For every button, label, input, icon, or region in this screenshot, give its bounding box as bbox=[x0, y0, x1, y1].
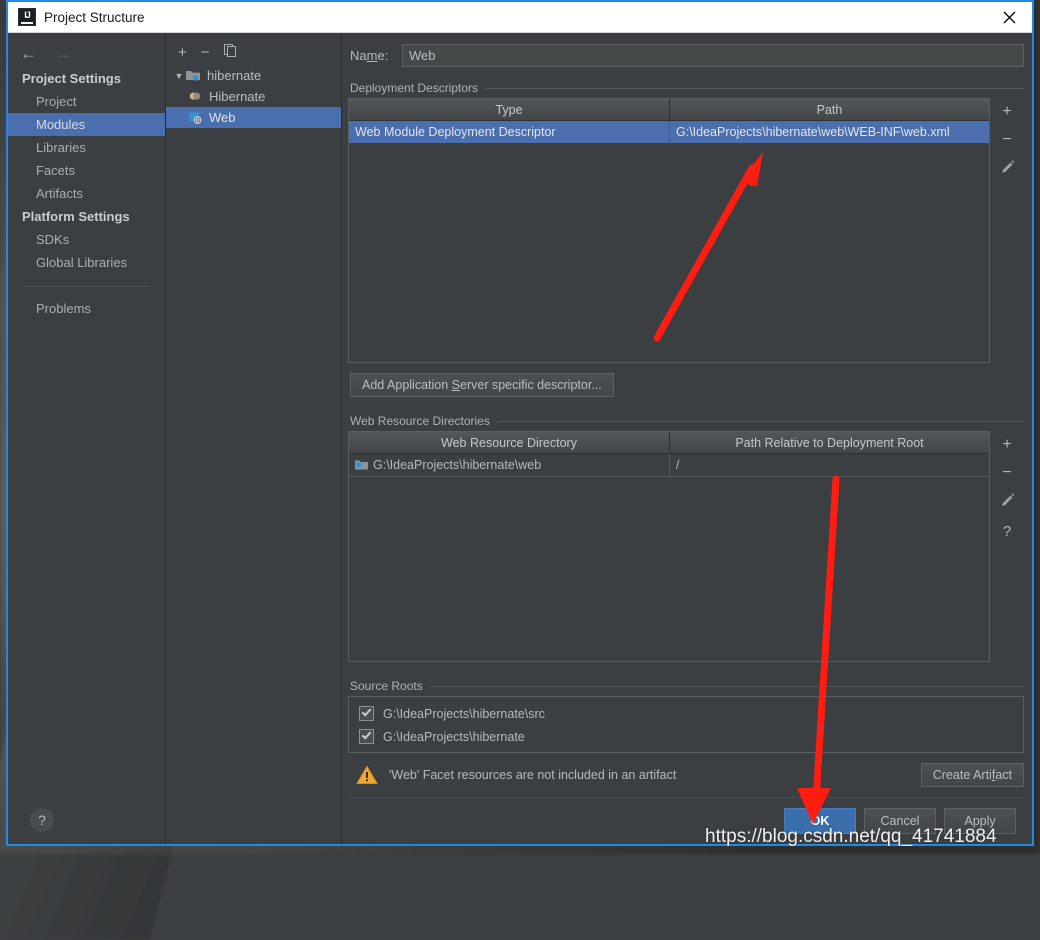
facet-warning-bar: 'Web' Facet resources are not included i… bbox=[348, 753, 1024, 798]
sidebar-divider bbox=[22, 286, 151, 287]
list-item[interactable]: G:\IdeaProjects\hibernate\src bbox=[349, 702, 1023, 725]
column-header-relative-path[interactable]: Path Relative to Deployment Root bbox=[669, 432, 989, 453]
tree-node-hibernate-facet[interactable]: Hibernate bbox=[166, 86, 341, 107]
module-tree-toolbar: + − bbox=[166, 33, 341, 65]
warning-triangle-icon bbox=[356, 765, 378, 785]
section-rule bbox=[496, 420, 1024, 422]
forward-arrow-icon[interactable]: → bbox=[55, 45, 72, 62]
add-application-server-descriptor-button[interactable]: Add Application Server specific descript… bbox=[350, 373, 614, 397]
close-icon[interactable] bbox=[986, 2, 1032, 32]
source-roots-section-title: Source Roots bbox=[348, 675, 1024, 696]
source-root-label: G:\IdeaProjects\hibernate\src bbox=[383, 706, 545, 721]
chevron-down-icon[interactable]: ▼ bbox=[172, 71, 186, 81]
cancel-button[interactable]: Cancel bbox=[864, 808, 936, 834]
column-header-web-resource-directory[interactable]: Web Resource Directory bbox=[349, 432, 669, 453]
cell-path: G:\IdeaProjects\hibernate\web\WEB-INF\we… bbox=[669, 121, 989, 143]
table-body: G:\IdeaProjects\hibernate\web / bbox=[349, 454, 989, 661]
apply-button[interactable]: Apply bbox=[944, 808, 1016, 834]
section-label: Deployment Descriptors bbox=[350, 81, 479, 95]
copy-icon[interactable] bbox=[223, 44, 237, 60]
dialog-body: ← → Project Settings Project Modules Lib… bbox=[8, 33, 1032, 844]
tree-node-label: Hibernate bbox=[209, 89, 266, 104]
facet-warning-text: 'Web' Facet resources are not included i… bbox=[389, 768, 677, 782]
cell-text: G:\IdeaProjects\hibernate\web bbox=[373, 458, 542, 472]
tree-node-hibernate[interactable]: ▼ hibernate bbox=[166, 65, 341, 86]
web-resource-directories-table: Web Resource Directory Path Relative to … bbox=[348, 431, 990, 662]
remove-web-resource-icon[interactable]: − bbox=[997, 465, 1017, 481]
project-structure-dialog: Project Structure ← → Project Settings P… bbox=[6, 0, 1034, 846]
add-descriptor-row: Add Application Server specific descript… bbox=[348, 363, 1024, 397]
sidebar-item-problems[interactable]: Problems bbox=[8, 297, 165, 320]
module-folder-icon bbox=[186, 69, 203, 82]
add-web-resource-icon[interactable]: + bbox=[997, 437, 1017, 453]
cell-web-resource-directory: G:\IdeaProjects\hibernate\web bbox=[349, 454, 669, 476]
hibernate-facet-icon bbox=[188, 90, 205, 103]
table-row[interactable]: Web Module Deployment Descriptor G:\Idea… bbox=[349, 121, 989, 143]
dialog-footer: OK Cancel Apply bbox=[348, 798, 1024, 844]
web-facet-icon bbox=[188, 111, 205, 124]
cell-type: Web Module Deployment Descriptor bbox=[355, 125, 556, 139]
folder-web-icon bbox=[355, 459, 368, 471]
sidebar-item-artifacts[interactable]: Artifacts bbox=[8, 182, 165, 205]
create-artifact-button[interactable]: Create Artifact bbox=[920, 763, 1024, 787]
edit-web-resource-icon[interactable] bbox=[997, 493, 1017, 512]
table-header-row: Web Resource Directory Path Relative to … bbox=[349, 432, 989, 454]
name-row: Name: bbox=[348, 33, 1024, 77]
web-resource-directories-section-title: Web Resource Directories bbox=[348, 410, 1024, 431]
source-root-checkbox[interactable] bbox=[359, 729, 374, 744]
cell-relative-path: / bbox=[669, 454, 989, 476]
section-label: Web Resource Directories bbox=[350, 414, 490, 428]
web-resource-directories-table-wrap: Web Resource Directory Path Relative to … bbox=[348, 431, 1024, 662]
add-descriptor-icon[interactable]: + bbox=[997, 104, 1017, 120]
module-settings-panel: Name: Deployment Descriptors Type Path W… bbox=[342, 33, 1032, 844]
deployment-descriptors-section-title: Deployment Descriptors bbox=[348, 77, 1024, 98]
column-header-type[interactable]: Type bbox=[349, 99, 669, 120]
deployment-descriptors-toolbar: + − bbox=[990, 98, 1024, 363]
sidebar-item-sdks[interactable]: SDKs bbox=[8, 228, 165, 251]
section-rule bbox=[485, 87, 1024, 89]
tree-node-label: hibernate bbox=[207, 68, 262, 83]
source-root-label: G:\IdeaProjects\hibernate bbox=[383, 729, 525, 744]
edit-descriptor-icon[interactable] bbox=[997, 160, 1017, 179]
title-bar: Project Structure bbox=[8, 2, 1032, 33]
back-arrow-icon[interactable]: ← bbox=[20, 45, 37, 62]
sidebar-item-facets[interactable]: Facets bbox=[8, 159, 165, 182]
remove-descriptor-icon[interactable]: − bbox=[997, 132, 1017, 148]
sidebar-item-global-libraries[interactable]: Global Libraries bbox=[8, 251, 165, 274]
table-row[interactable]: G:\IdeaProjects\hibernate\web / bbox=[349, 454, 989, 477]
tree-node-label: Web bbox=[209, 110, 236, 125]
window-title: Project Structure bbox=[44, 9, 145, 25]
nav-group-title-project-settings: Project Settings bbox=[22, 71, 121, 86]
help-icon[interactable]: ? bbox=[30, 808, 54, 832]
section-label: Source Roots bbox=[350, 679, 423, 693]
source-root-checkbox[interactable] bbox=[359, 706, 374, 721]
tree-node-web-facet[interactable]: Web bbox=[166, 107, 341, 128]
sidebar-item-project[interactable]: Project bbox=[8, 90, 165, 113]
column-header-path[interactable]: Path bbox=[669, 99, 989, 120]
table-body: Web Module Deployment Descriptor G:\Idea… bbox=[349, 121, 989, 362]
deployment-descriptors-table-wrap: Type Path Web Module Deployment Descript… bbox=[348, 98, 1024, 363]
list-item[interactable]: G:\IdeaProjects\hibernate bbox=[349, 725, 1023, 748]
source-roots-list: G:\IdeaProjects\hibernate\src G:\IdeaPro… bbox=[348, 696, 1024, 753]
module-tree-panel: + − ▼ hibernate Hibernate Web bbox=[166, 33, 342, 844]
sidebar-item-libraries[interactable]: Libraries bbox=[8, 136, 165, 159]
name-input[interactable] bbox=[402, 43, 1024, 67]
help-row: ? bbox=[8, 796, 165, 844]
nav-group-title-platform-settings: Platform Settings bbox=[22, 209, 130, 224]
nav-history-controls: ← → bbox=[8, 39, 165, 67]
help-web-resource-icon[interactable]: ? bbox=[997, 524, 1017, 539]
section-rule bbox=[429, 685, 1024, 687]
settings-sidebar: ← → Project Settings Project Modules Lib… bbox=[8, 33, 166, 844]
table-header-row: Type Path bbox=[349, 99, 989, 121]
web-resource-directories-toolbar: + − ? bbox=[990, 431, 1024, 662]
minus-icon[interactable]: − bbox=[201, 45, 210, 60]
deployment-descriptors-table: Type Path Web Module Deployment Descript… bbox=[348, 98, 990, 363]
sidebar-item-modules[interactable]: Modules bbox=[8, 113, 165, 136]
intellij-idea-icon bbox=[18, 8, 36, 26]
plus-icon[interactable]: + bbox=[178, 45, 187, 60]
name-label: Name: bbox=[350, 47, 389, 63]
ok-button[interactable]: OK bbox=[784, 808, 856, 834]
